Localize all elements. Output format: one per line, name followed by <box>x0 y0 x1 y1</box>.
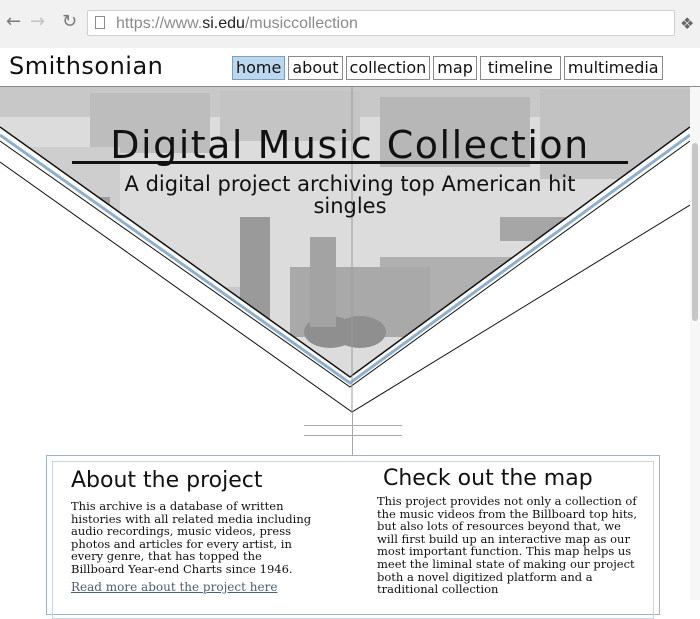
about-read-more-link[interactable]: Read more about the project here <box>71 580 277 594</box>
reload-icon[interactable]: ↻ <box>62 12 77 32</box>
hero-subtitle: A digital project archiving top American… <box>124 172 576 218</box>
url-path: /musiccollection <box>244 15 358 32</box>
browser-toolbar: ← → ↻ https://www.si.edu/musiccollection… <box>0 0 700 49</box>
title-underline <box>72 161 628 164</box>
site-logo[interactable]: Smithsonian <box>9 52 163 80</box>
nav-multimedia[interactable]: multimedia <box>563 56 663 80</box>
content-panel: About the project This archive is a data… <box>46 455 660 619</box>
forward-arrow-icon[interactable]: → <box>30 12 45 32</box>
nav-timeline[interactable]: timeline <box>479 56 561 80</box>
map-title: Check out the map <box>383 466 593 491</box>
divider-line-1 <box>304 425 402 426</box>
nav-about[interactable]: about <box>288 56 343 80</box>
map-text: This project provides not only a collect… <box>377 494 637 597</box>
about-title: About the project <box>71 468 263 493</box>
page-scrollbar[interactable] <box>690 87 700 600</box>
divider-line-2 <box>304 435 402 436</box>
site-header: Smithsonian home about collection map ti… <box>0 48 700 87</box>
main-nav: home about collection map timeline multi… <box>232 56 666 80</box>
url-scheme: https://www. <box>116 15 203 32</box>
url-domain: si.edu <box>202 15 245 32</box>
scrollbar-thumb[interactable] <box>692 143 698 321</box>
nav-map[interactable]: map <box>433 56 477 80</box>
about-text: This archive is a database of written hi… <box>71 499 312 576</box>
nav-collection[interactable]: collection <box>345 56 431 80</box>
nav-home[interactable]: home <box>232 56 286 80</box>
page-icon <box>95 16 105 29</box>
extension-icon[interactable]: ❖ <box>680 14 694 33</box>
back-arrow-icon[interactable]: ← <box>6 12 21 32</box>
url-text[interactable]: https://www.si.edu/musiccollection <box>116 15 358 33</box>
address-bar[interactable]: https://www.si.edu/musiccollection <box>87 10 675 36</box>
hero-banner: Digital Music Collection A digital proje… <box>0 87 690 417</box>
